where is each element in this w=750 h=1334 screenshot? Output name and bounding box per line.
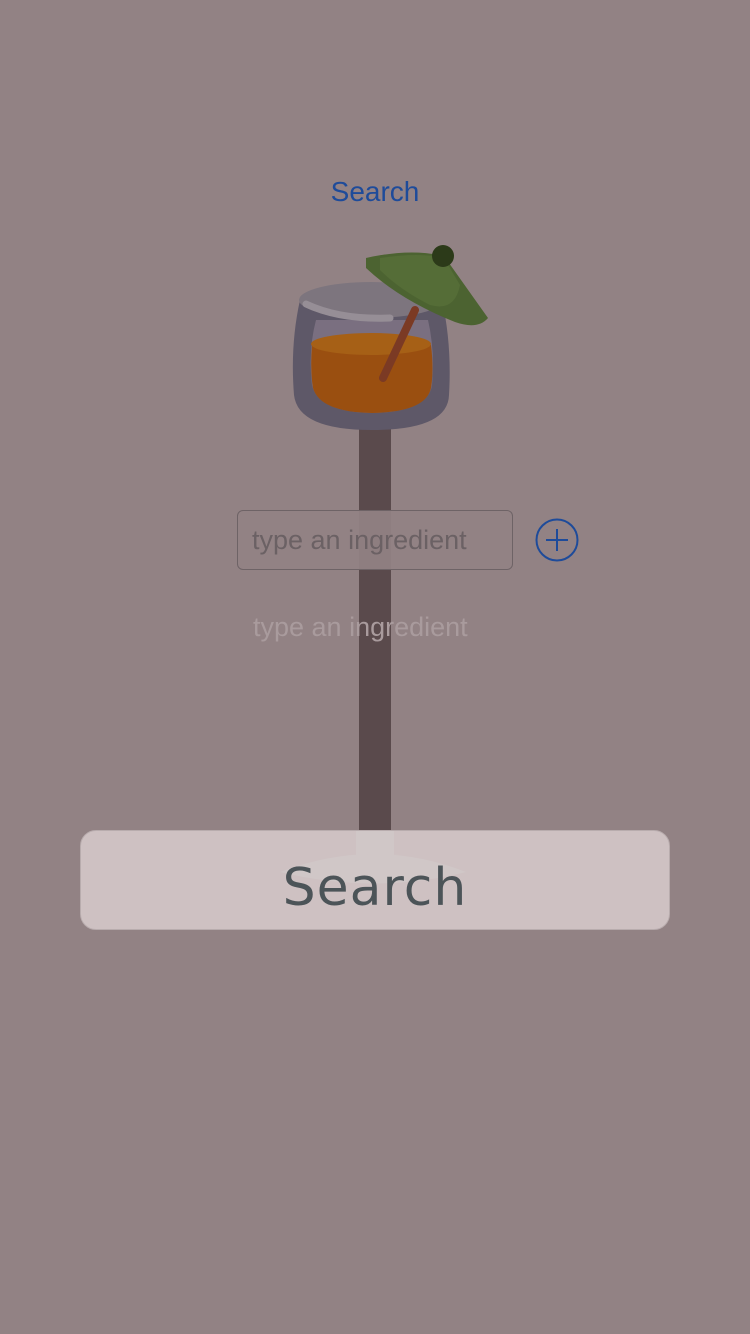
plus-circle-icon[interactable] [535,518,579,562]
ingredient-input[interactable] [237,510,513,570]
ingredient-hint-text: type an ingredient [253,612,468,642]
search-button[interactable] [80,830,670,930]
cocktail-glass-icon [280,245,488,884]
